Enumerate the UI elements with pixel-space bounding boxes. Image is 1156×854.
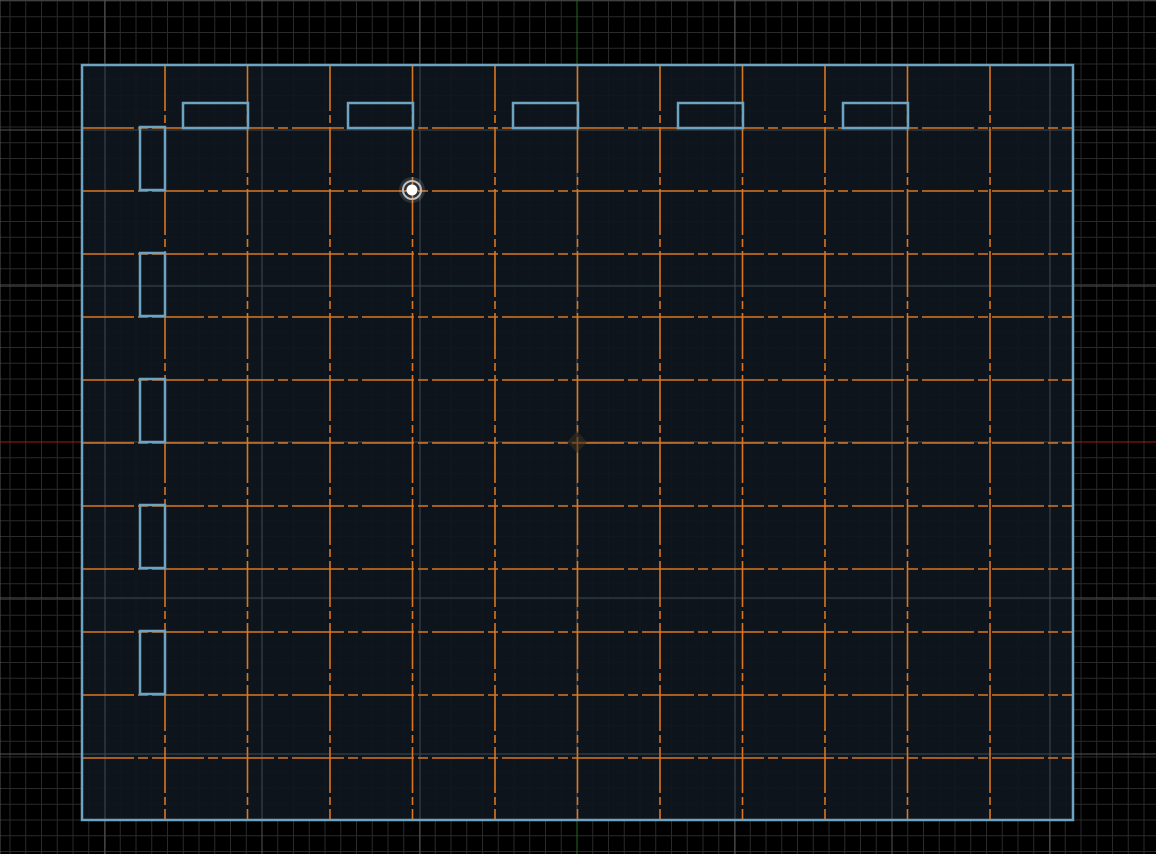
snap-point-icon[interactable] [406,184,418,196]
canvas-viewport[interactable] [0,0,1156,854]
drawing-canvas[interactable] [0,0,1156,854]
